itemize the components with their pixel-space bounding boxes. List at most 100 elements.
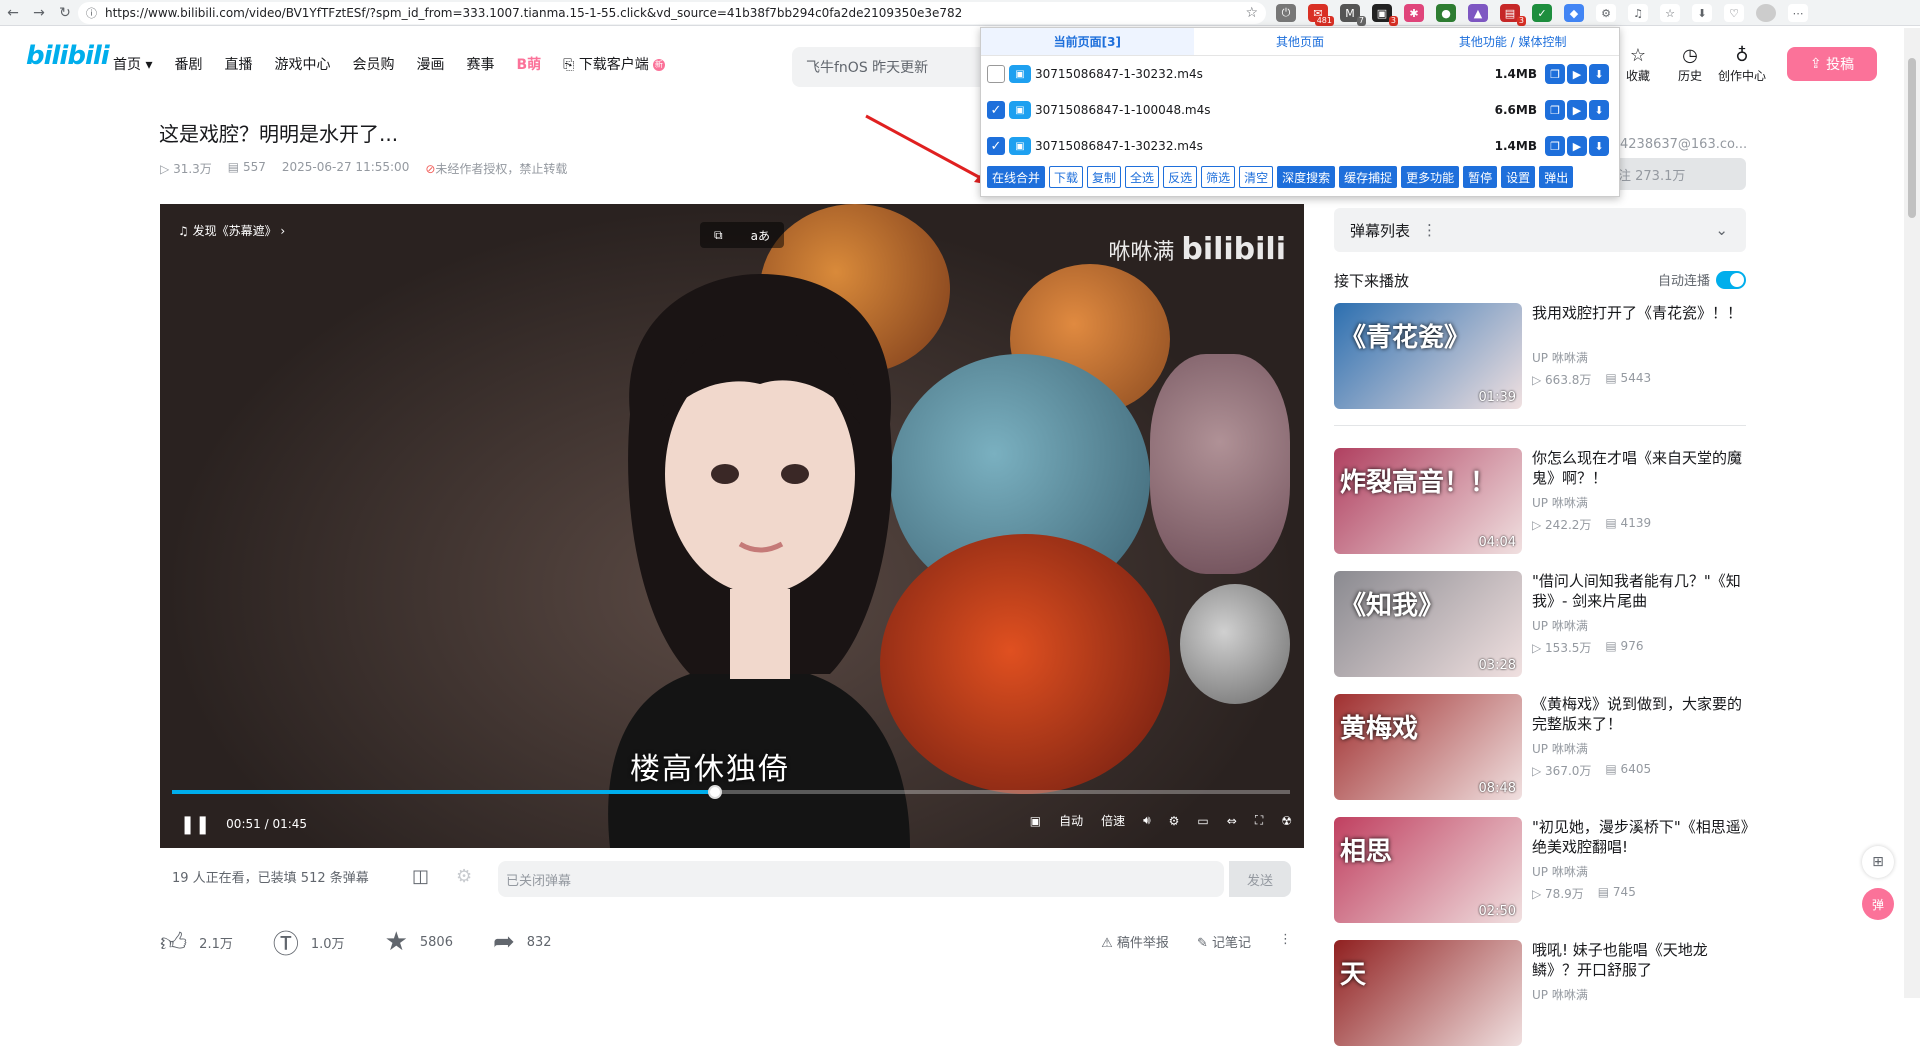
popup-button-6[interactable]: 清空	[1239, 166, 1274, 188]
recommended-video[interactable]: 黄梅戏 08:48 《黄梅戏》说到做到，大家要的完整版来了！ UP 咻咻满 ▷ 367.…	[1334, 694, 1754, 802]
row-checkbox[interactable]	[987, 65, 1005, 83]
play-icon[interactable]: ▶	[1567, 100, 1587, 120]
nav-creator-center[interactable]: ♁ 创作中心	[1716, 45, 1768, 84]
nav-home[interactable]: 首页 ▾	[113, 54, 152, 74]
share-button[interactable]: ➦ 832	[493, 927, 552, 957]
mail-extension-icon[interactable]: M7	[1340, 4, 1366, 26]
popup-button-9[interactable]: 更多功能	[1401, 166, 1460, 188]
play-icon[interactable]: ▶	[1567, 64, 1587, 84]
nav-game-center[interactable]: 游戏中心	[274, 54, 330, 74]
web-fullscreen-icon[interactable]: ⛶	[1255, 813, 1263, 828]
recommended-video[interactable]: 《青花瓷》 01:39 我用戏腔打开了《青花瓷》！！ UP 咻咻满 ▷ 663.8万 ▤ …	[1334, 303, 1754, 411]
download-icon[interactable]: ⬇	[1589, 136, 1609, 156]
video-thumbnail[interactable]: 天	[1334, 940, 1522, 1046]
nav-live[interactable]: 直播	[224, 54, 252, 74]
recommended-video[interactable]: 炸裂高音！！ 04:04 你怎么现在才唱《来自天堂的魔鬼》啊？！ UP 咻咻满 ▷ 24…	[1334, 448, 1754, 556]
bilibili-logo[interactable]: bilibili	[26, 41, 110, 71]
nav-esports[interactable]: 赛事	[466, 54, 494, 74]
rec-title[interactable]: "借问人间知我者能有几？"《知我》- 剑来片尾曲	[1532, 571, 1752, 611]
autoplay-toggle[interactable]: 自动连播	[1658, 270, 1746, 289]
media-row[interactable]: ▣ 30715086847-1-30232.m4s 1.4MB ❐ ▶ ⬇	[981, 56, 1619, 92]
cat-catch-extension-icon[interactable]: ◆	[1564, 4, 1584, 22]
popup-button-3[interactable]: 全选	[1125, 166, 1160, 188]
rec-author[interactable]: UP 咻咻满	[1532, 349, 1588, 366]
rec-title[interactable]: 哦吼! 妹子也能唱《天地龙鳞》？开口舒服了	[1532, 940, 1752, 980]
pip-window-icon[interactable]: ▭	[1197, 814, 1208, 828]
note-button[interactable]: ✎ 记笔记	[1197, 932, 1251, 951]
check-extension-icon[interactable]: ✓	[1532, 4, 1552, 22]
power-icon[interactable]: ⏻	[1276, 4, 1296, 22]
rec-title[interactable]: "初见她，漫步溪桥下"《相思遥》绝美戏腔翻唱!	[1532, 817, 1752, 857]
reload-icon[interactable]: ↻	[52, 0, 78, 26]
page-scrollbar[interactable]	[1904, 28, 1920, 998]
danmaku-toggle-icon[interactable]: ▣	[1030, 814, 1041, 828]
download-icon[interactable]: ⬇	[1589, 100, 1609, 120]
favorite-button[interactable]: ★ 5806	[385, 927, 453, 957]
play-icon[interactable]: ▶	[1567, 136, 1587, 156]
rec-author[interactable]: UP 咻咻满	[1532, 863, 1588, 880]
grid-icon[interactable]: ⊞	[1862, 846, 1894, 878]
popup-button-10[interactable]: 暂停	[1463, 166, 1498, 188]
site-info-icon[interactable]: ⓘ	[86, 5, 97, 21]
popup-button-0[interactable]: 在线合并	[987, 166, 1046, 188]
danmaku-on-icon[interactable]: ◫	[412, 866, 429, 887]
follow-button[interactable]: 注 273.1万	[1600, 158, 1746, 190]
nav-download-client[interactable]: ⎘ 下载客户端新	[563, 54, 665, 74]
download-icon[interactable]: ⬇	[1692, 4, 1712, 22]
nav-mall[interactable]: 会员购	[352, 54, 394, 74]
popup-button-7[interactable]: 深度搜索	[1277, 166, 1336, 188]
profile-avatar[interactable]	[1756, 4, 1776, 22]
popup-button-12[interactable]: 弹出	[1539, 166, 1574, 188]
progress-bar[interactable]	[172, 785, 1290, 799]
music-tag[interactable]: ♫ 发现《苏幕遮》 ›	[178, 222, 285, 239]
video-thumbnail[interactable]: 黄梅戏 08:48	[1334, 694, 1522, 800]
recommended-video[interactable]: 天 哦吼! 妹子也能唱《天地龙鳞》？开口舒服了 UP 咻咻满	[1334, 940, 1754, 1048]
purple-extension-icon[interactable]: ▲	[1468, 4, 1488, 22]
music-icon[interactable]: ♫	[1628, 4, 1648, 22]
more-icon[interactable]: ⋮	[1279, 932, 1292, 951]
widescreen-icon[interactable]: ⇔	[1227, 814, 1237, 828]
popup-button-8[interactable]: 缓存捕捉	[1339, 166, 1398, 188]
rec-title[interactable]: 《黄梅戏》说到做到，大家要的完整版来了！	[1532, 694, 1752, 734]
rec-author[interactable]: UP 咻咻满	[1532, 986, 1588, 1003]
fullscreen-icon[interactable]: ☢	[1281, 814, 1292, 828]
video-thumbnail[interactable]: 炸裂高音！！ 04:04	[1334, 448, 1522, 554]
video-thumbnail[interactable]: 相思 02:50	[1334, 817, 1522, 923]
row-checkbox[interactable]: ✓	[987, 137, 1005, 155]
danmaku-input[interactable]: 已关闭弹幕	[498, 861, 1224, 897]
popup-button-1[interactable]: 下载	[1049, 166, 1084, 188]
menu-icon[interactable]: ⋯	[1788, 4, 1808, 22]
rec-author[interactable]: UP 咻咻满	[1532, 740, 1588, 757]
address-bar[interactable]: ⓘ https://www.bilibili.com/video/BV1YfTF…	[78, 2, 1266, 24]
upload-button[interactable]: ⇪ 投稿	[1787, 47, 1877, 81]
dark-extension-icon[interactable]: ▣ 3	[1372, 4, 1398, 26]
media-row[interactable]: ✓ ▣ 30715086847-1-30232.m4s 1.4MB ❐ ▶ ⬇	[981, 128, 1619, 164]
red-extension-icon[interactable]: ▤ 3	[1500, 4, 1526, 26]
favorites-icon[interactable]: ☆	[1660, 4, 1680, 22]
globe-extension-icon[interactable]: ●	[1436, 4, 1456, 22]
subtitle-controls[interactable]: ⧉ aあ	[700, 222, 784, 248]
puzzle-icon[interactable]: ⚙	[1596, 4, 1616, 22]
row-checkbox[interactable]: ✓	[987, 101, 1005, 119]
speed-select[interactable]: 倍速	[1101, 812, 1125, 829]
pause-icon[interactable]: ❚❚	[180, 814, 210, 835]
pink-extension-icon[interactable]: ✱	[1404, 4, 1424, 22]
recommended-video[interactable]: 《知我》 03:28 "借问人间知我者能有几？"《知我》- 剑来片尾曲 UP 咻咻满 ▷…	[1334, 571, 1754, 679]
volume-icon[interactable]: 🔊︎	[1143, 813, 1151, 828]
popup-button-11[interactable]: 设置	[1501, 166, 1536, 188]
danmaku-send-button[interactable]: 发送	[1229, 861, 1291, 897]
rec-author[interactable]: UP 咻咻满	[1532, 494, 1588, 511]
health-icon[interactable]: ♡	[1724, 4, 1744, 22]
download-icon[interactable]: ⬇	[1589, 64, 1609, 84]
nav-anime[interactable]: 番剧	[174, 54, 202, 74]
danmaku-float-button[interactable]: 弹	[1862, 888, 1894, 920]
tab-other-functions[interactable]: 其他功能 / 媒体控制	[1406, 28, 1619, 55]
forward-icon[interactable]: →	[26, 0, 52, 26]
danmaku-settings-icon[interactable]: ⚙	[456, 866, 472, 887]
back-icon[interactable]: ←	[0, 0, 26, 26]
nav-manga[interactable]: 漫画	[416, 54, 444, 74]
copy-icon[interactable]: ❐	[1545, 100, 1565, 120]
rec-title[interactable]: 我用戏腔打开了《青花瓷》！！	[1532, 303, 1752, 323]
tab-other-pages[interactable]: 其他页面	[1194, 28, 1407, 55]
nav-bmeng[interactable]: B萌	[516, 54, 541, 74]
